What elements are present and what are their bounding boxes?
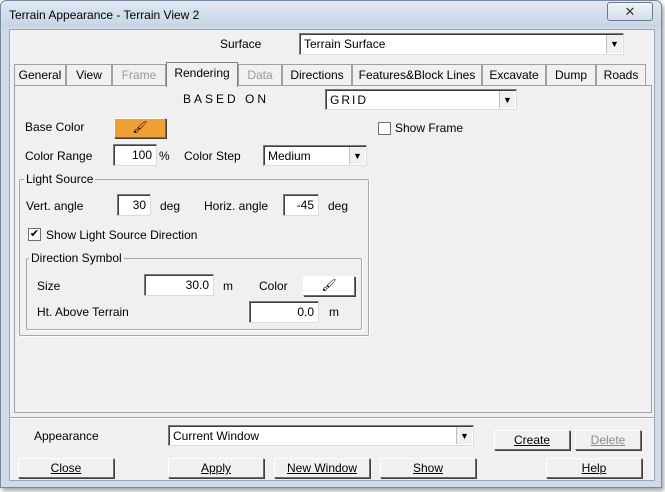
help-button[interactable]: Help xyxy=(546,458,642,478)
close-button[interactable]: Close xyxy=(18,458,114,478)
close-icon: ✕ xyxy=(624,4,636,19)
light-source-title: Light Source xyxy=(24,172,96,186)
surface-select[interactable]: Terrain Surface ▼ xyxy=(299,33,624,55)
palette-icon: 🖌 xyxy=(321,278,337,292)
tab-general[interactable]: General xyxy=(14,64,66,86)
dialog-client: Surface Terrain Surface ▼ General View F… xyxy=(9,29,655,481)
create-button[interactable]: Create xyxy=(494,430,570,450)
tab-features-block-lines[interactable]: Features&Block Lines xyxy=(352,64,482,86)
size-input[interactable]: 30.0 xyxy=(144,274,214,296)
show-frame-checkbox[interactable] xyxy=(378,122,391,135)
tab-label: Roads xyxy=(603,68,639,82)
size-label: Size xyxy=(37,279,61,293)
horiz-angle-value: -45 xyxy=(296,198,314,212)
chevron-down-icon[interactable]: ▼ xyxy=(606,35,622,53)
delete-button-label: Delete xyxy=(590,433,626,447)
tab-roads[interactable]: Roads xyxy=(596,64,646,86)
color-step-label: Color Step xyxy=(184,149,241,163)
separator xyxy=(10,417,654,419)
based-on-select[interactable]: GRID ▼ xyxy=(325,89,517,110)
title-bar[interactable]: Terrain Appearance - Terrain View 2 ✕ xyxy=(1,1,661,27)
ht-above-terrain-input[interactable]: 0.0 xyxy=(249,301,319,323)
tab-view[interactable]: View xyxy=(66,64,112,86)
tab-label: Data xyxy=(247,68,273,82)
tab-label: Features&Block Lines xyxy=(358,68,476,82)
window-title: Terrain Appearance - Terrain View 2 xyxy=(9,8,200,22)
size-value: 30.0 xyxy=(185,278,209,292)
surface-label: Surface xyxy=(220,37,262,51)
show-direction-checkbox[interactable]: ✔ xyxy=(28,228,41,241)
tab-dump[interactable]: Dump xyxy=(546,64,596,86)
close-window-button[interactable]: ✕ xyxy=(607,2,653,21)
appearance-label: Appearance xyxy=(34,429,99,443)
color-step-value: Medium xyxy=(268,149,311,163)
show-button[interactable]: Show xyxy=(380,458,476,478)
tab-rendering[interactable]: Rendering xyxy=(166,62,238,87)
vert-angle-unit: deg xyxy=(160,199,181,213)
tab-label: Frame xyxy=(121,68,157,82)
tab-label: Rendering xyxy=(174,66,230,80)
symbol-color-label: Color xyxy=(259,279,288,293)
color-range-unit: % xyxy=(159,149,170,163)
horiz-angle-label: Horiz. angle xyxy=(204,199,269,213)
size-unit: m xyxy=(223,279,233,293)
based-on-value: GRID xyxy=(330,93,368,107)
chevron-down-icon[interactable]: ▼ xyxy=(349,147,365,164)
vert-angle-label: Vert. angle xyxy=(26,199,84,213)
color-range-input[interactable]: 100 xyxy=(113,144,157,166)
show-direction-label: Show Light Source Direction xyxy=(46,228,198,242)
tab-label: View xyxy=(76,68,102,82)
ht-above-terrain-label: Ht. Above Terrain xyxy=(37,305,129,319)
vert-angle-value: 30 xyxy=(132,198,146,212)
direction-symbol-group: Direction Symbol Size 30.0 m Color 🖌 Ht.… xyxy=(26,251,362,330)
tab-label: Directions xyxy=(290,68,344,82)
symbol-color-button[interactable]: 🖌 xyxy=(303,276,355,296)
tab-label: Dump xyxy=(554,68,587,82)
apply-button[interactable]: Apply xyxy=(168,458,264,478)
tab-excavate[interactable]: Excavate xyxy=(482,64,546,86)
chevron-down-icon[interactable]: ▼ xyxy=(499,91,515,108)
based-on-label: BASED ON xyxy=(183,92,270,106)
horiz-angle-unit: deg xyxy=(328,199,349,213)
base-color-button[interactable]: 🖌 xyxy=(114,118,166,138)
show-button-label: Show xyxy=(412,461,444,475)
appearance-value: Current Window xyxy=(173,429,260,443)
checkmark-icon: ✔ xyxy=(29,228,40,240)
vert-angle-input[interactable]: 30 xyxy=(117,194,151,216)
tab-frame[interactable]: Frame xyxy=(112,64,166,86)
ht-above-terrain-value: 0.0 xyxy=(297,305,314,319)
show-frame-label: Show Frame xyxy=(395,121,464,135)
close-button-label: Close xyxy=(50,461,82,475)
new-window-button[interactable]: New Window xyxy=(274,458,370,478)
apply-button-label: Apply xyxy=(200,461,232,475)
rendering-panel: BASED ON GRID ▼ Base Color 🖌 Show Frame … xyxy=(14,85,652,413)
horiz-angle-input[interactable]: -45 xyxy=(283,194,319,216)
color-step-select[interactable]: Medium ▼ xyxy=(263,145,367,166)
tab-label: General xyxy=(18,68,62,82)
create-button-label: Create xyxy=(513,433,551,447)
palette-icon: 🖌 xyxy=(132,120,148,134)
tab-label: Excavate xyxy=(489,68,539,82)
surface-select-value: Terrain Surface xyxy=(304,37,386,51)
ht-above-terrain-unit: m xyxy=(329,305,339,319)
new-window-button-label: New Window xyxy=(286,461,358,475)
base-color-label: Base Color xyxy=(25,120,85,134)
color-range-value: 100 xyxy=(131,148,152,162)
tab-data[interactable]: Data xyxy=(238,64,282,86)
direction-symbol-title: Direction Symbol xyxy=(29,251,124,265)
appearance-select[interactable]: Current Window ▼ xyxy=(168,425,474,446)
light-source-group: Light Source Vert. angle 30 deg Horiz. a… xyxy=(19,172,369,336)
delete-button[interactable]: Delete xyxy=(575,430,641,450)
color-range-label: Color Range xyxy=(25,149,93,163)
help-button-label: Help xyxy=(581,461,607,475)
tab-directions[interactable]: Directions xyxy=(282,64,352,86)
dialog-window: Terrain Appearance - Terrain View 2 ✕ Su… xyxy=(0,0,662,488)
chevron-down-icon[interactable]: ▼ xyxy=(456,427,472,444)
